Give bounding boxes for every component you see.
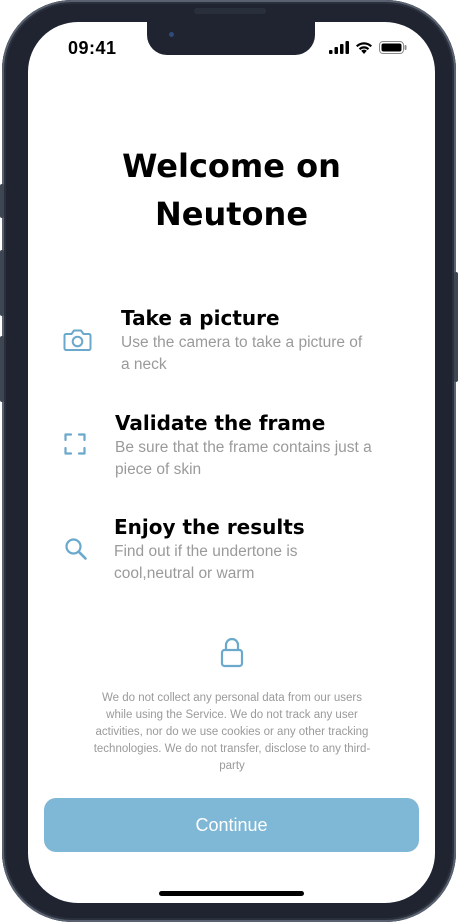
feature-desc-line: Be sure that the frame contains just a: [115, 439, 372, 456]
feature-title: Enjoy the results: [114, 515, 305, 539]
privacy-notice: We do not collect any personal data from…: [72, 690, 392, 775]
title-line-1: Welcome on: [122, 147, 341, 185]
feature-description: Find out if the undertone is cool,neutra…: [114, 541, 298, 585]
feature-desc-line: Use the camera to take a picture of: [121, 334, 363, 351]
mute-switch: [0, 184, 4, 218]
home-indicator[interactable]: [159, 891, 304, 896]
feature-desc-line: piece of skin: [115, 461, 202, 478]
privacy-line: We do not collect any personal data from…: [102, 692, 362, 704]
feature-desc-line: a neck: [121, 356, 167, 373]
feature-title: Take a picture: [121, 306, 280, 330]
app-screen: 09:41 Welcome on Neutone Take a picture …: [28, 22, 435, 903]
feature-title: Validate the frame: [115, 411, 326, 435]
page-title: Welcome on Neutone: [28, 142, 435, 238]
title-line-2: Neutone: [154, 195, 309, 233]
frame-icon: [64, 433, 86, 455]
wifi-icon: [356, 42, 372, 54]
speaker-grille: [194, 8, 266, 14]
continue-button[interactable]: Continue: [44, 798, 419, 852]
feature-desc-line: cool,neutral or warm: [114, 565, 255, 582]
privacy-line: activities, nor do we use cookies or any…: [95, 726, 369, 738]
privacy-line: party: [219, 760, 245, 772]
volume-up-button: [0, 250, 4, 316]
search-icon: [65, 538, 87, 560]
privacy-line: while using the Service. We do not track…: [106, 709, 358, 721]
power-button: [454, 272, 458, 382]
feature-description: Use the camera to take a picture of a ne…: [121, 332, 362, 376]
feature-description: Be sure that the frame contains just a p…: [115, 437, 372, 481]
camera-dot: [169, 32, 174, 37]
phone-frame: 09:41 Welcome on Neutone Take a picture …: [0, 0, 458, 922]
battery-icon: [379, 41, 407, 54]
privacy-line: technologies. We do not transfer, disclo…: [93, 743, 371, 755]
status-time: 09:41: [68, 38, 117, 58]
notch: [147, 22, 315, 55]
feature-desc-line: Find out if the undertone is: [114, 543, 298, 560]
camera-icon: [63, 329, 92, 351]
status-icons: [329, 41, 407, 54]
volume-down-button: [0, 336, 4, 402]
lock-icon: [220, 637, 244, 668]
cellular-signal-icon: [329, 41, 349, 54]
